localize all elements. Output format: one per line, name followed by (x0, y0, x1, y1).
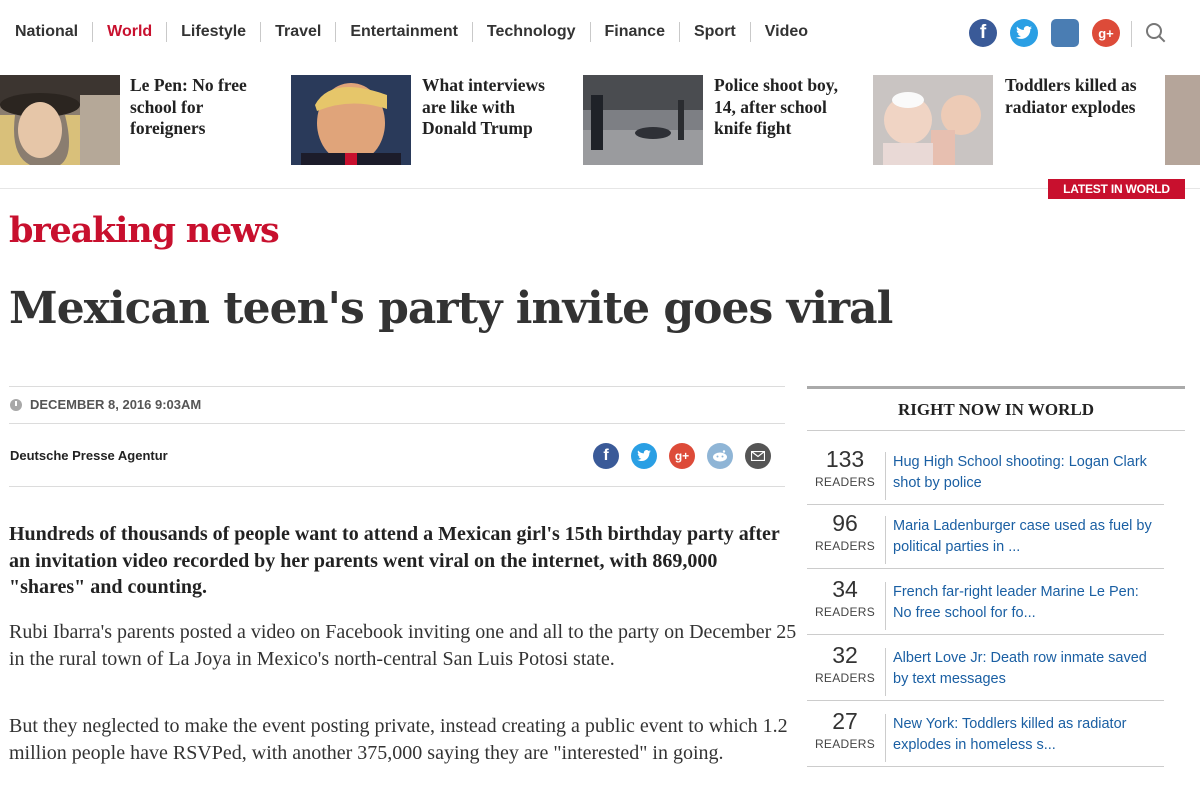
sidebar-story-link[interactable]: Albert Love Jr: Death row inmate saved b… (893, 648, 1161, 689)
article-lede: Hundreds of thousands of people want to … (9, 523, 780, 598)
sidebar-story-link[interactable]: Maria Ladenburger case used as fuel by p… (893, 516, 1161, 557)
share-reddit-icon[interactable] (707, 443, 733, 469)
nav-separator (471, 22, 473, 42)
clock-icon (10, 398, 22, 411)
top-nav: National World Lifestyle Travel Entertai… (0, 0, 1200, 66)
nav-lifestyle[interactable]: Lifestyle (181, 23, 246, 41)
story-title: Police shoot boy, 14, after school knife… (714, 75, 838, 138)
item-separator (885, 714, 886, 762)
item-divider (807, 634, 1164, 635)
googleplus-icon[interactable]: g+ (1092, 19, 1120, 47)
sidebar-list-item[interactable]: 133 READERS Hug High School shooting: Lo… (807, 440, 1164, 505)
byline: Deutsche Presse Agentur (10, 448, 168, 463)
nav-divider (1131, 21, 1132, 47)
article-headline: Mexican teen's party invite goes viral (9, 283, 893, 334)
breaking-news-kicker: breaking news (9, 210, 280, 251)
twitter-bird-glyph (637, 450, 651, 462)
item-separator (885, 452, 886, 500)
share-twitter-icon[interactable] (631, 443, 657, 469)
twitter-icon[interactable] (1010, 19, 1038, 47)
meta-divider (9, 423, 785, 424)
item-separator (885, 648, 886, 696)
instagram-icon[interactable] (1051, 19, 1079, 47)
reader-count: 27 (832, 708, 858, 734)
photo-donald-trump-icon (291, 75, 411, 165)
reader-count: 32 (832, 642, 858, 668)
story-card[interactable]: Police shoot boy, 14, after school knife… (583, 75, 858, 165)
item-separator (885, 582, 886, 630)
section-nav: National World Lifestyle Travel Entertai… (15, 22, 808, 42)
date-text: DECEMBER 8, 2016 9:03AM (30, 397, 202, 412)
article-paragraph: But they neglected to make the event pos… (9, 715, 788, 764)
nav-separator (335, 22, 337, 42)
story-card[interactable]: Le Pen: No free school for foreigners (0, 75, 270, 165)
nav-technology[interactable]: Technology (487, 23, 576, 41)
latest-in-world-button[interactable]: LATEST IN WORLD (1048, 179, 1185, 199)
item-separator (885, 516, 886, 564)
photo-police-scene-icon (583, 75, 703, 165)
nav-separator (166, 22, 168, 42)
share-email-icon[interactable] (745, 443, 771, 469)
twitter-bird-glyph (1016, 26, 1032, 39)
nav-travel[interactable]: Travel (275, 23, 321, 41)
facebook-icon[interactable]: f (969, 19, 997, 47)
sidebar-list-item[interactable]: 96 READERS Maria Ladenburger case used a… (807, 504, 1164, 569)
story-card[interactable]: What interviews are like with Donald Tru… (291, 75, 571, 165)
sidebar-list-item[interactable]: 27 READERS New York: Toddlers killed as … (807, 702, 1164, 767)
nav-separator (589, 22, 591, 42)
nav-separator (678, 22, 680, 42)
readers-label: READERS (814, 605, 876, 619)
sidebar-story-link[interactable]: French far-right leader Marine Le Pen: N… (893, 582, 1161, 623)
strip-divider (0, 188, 1200, 189)
sidebar-story-link[interactable]: Hug High School shooting: Logan Clark sh… (893, 452, 1161, 493)
sidebar-story-link[interactable]: New York: Toddlers killed as radiator ex… (893, 714, 1161, 755)
sidebar-list-item[interactable]: 32 READERS Albert Love Jr: Death row inm… (807, 636, 1164, 701)
nav-separator (92, 22, 94, 42)
item-divider (807, 568, 1164, 569)
nav-world[interactable]: World (107, 23, 152, 41)
sidebar-top-rule (807, 386, 1185, 389)
reader-count: 96 (832, 510, 858, 536)
search-icon[interactable] (1142, 19, 1170, 47)
nav-entertainment[interactable]: Entertainment (350, 23, 458, 41)
share-googleplus-icon[interactable]: g+ (669, 443, 695, 469)
nav-national[interactable]: National (15, 23, 78, 41)
readers-label: READERS (814, 671, 876, 685)
photo-le-pen-icon (0, 75, 120, 165)
article-paragraph: Rubi Ibarra's parents posted a video on … (9, 621, 797, 670)
article-date: DECEMBER 8, 2016 9:03AM (10, 397, 201, 412)
meta-divider (9, 386, 785, 387)
sidebar-title: RIGHT NOW IN WORLD (897, 400, 1094, 419)
nav-separator (260, 22, 262, 42)
item-divider (807, 700, 1164, 701)
story-title: Le Pen: No free school for foreigners (130, 75, 247, 138)
nav-finance[interactable]: Finance (605, 23, 665, 41)
share-buttons: f g+ (593, 443, 783, 469)
share-facebook-icon[interactable]: f (593, 443, 619, 469)
meta-divider (9, 486, 785, 487)
item-divider (807, 766, 1164, 767)
reader-count: 133 (825, 446, 865, 472)
readers-label: READERS (814, 475, 876, 489)
related-stories-strip: Le Pen: No free school for foreigners Wh… (0, 75, 1200, 190)
reddit-alien-glyph (713, 450, 727, 462)
next-story-thumbnail[interactable] (1165, 75, 1200, 165)
sidebar-header-rule (807, 430, 1185, 431)
story-title: Toddlers killed as radiator explodes (1005, 75, 1137, 117)
story-card[interactable]: Toddlers killed as radiator explodes (873, 75, 1163, 165)
readers-label: READERS (814, 737, 876, 751)
nav-separator (749, 22, 751, 42)
sidebar-list-item[interactable]: 34 READERS French far-right leader Marin… (807, 570, 1164, 635)
social-links: f g+ (956, 19, 1170, 47)
story-title: What interviews are like with Donald Tru… (422, 75, 545, 138)
photo-toddlers-icon (873, 75, 993, 165)
readers-label: READERS (814, 539, 876, 553)
nav-sport[interactable]: Sport (694, 23, 736, 41)
nav-video[interactable]: Video (765, 23, 808, 41)
envelope-glyph (751, 451, 765, 461)
reader-count: 34 (832, 576, 858, 602)
